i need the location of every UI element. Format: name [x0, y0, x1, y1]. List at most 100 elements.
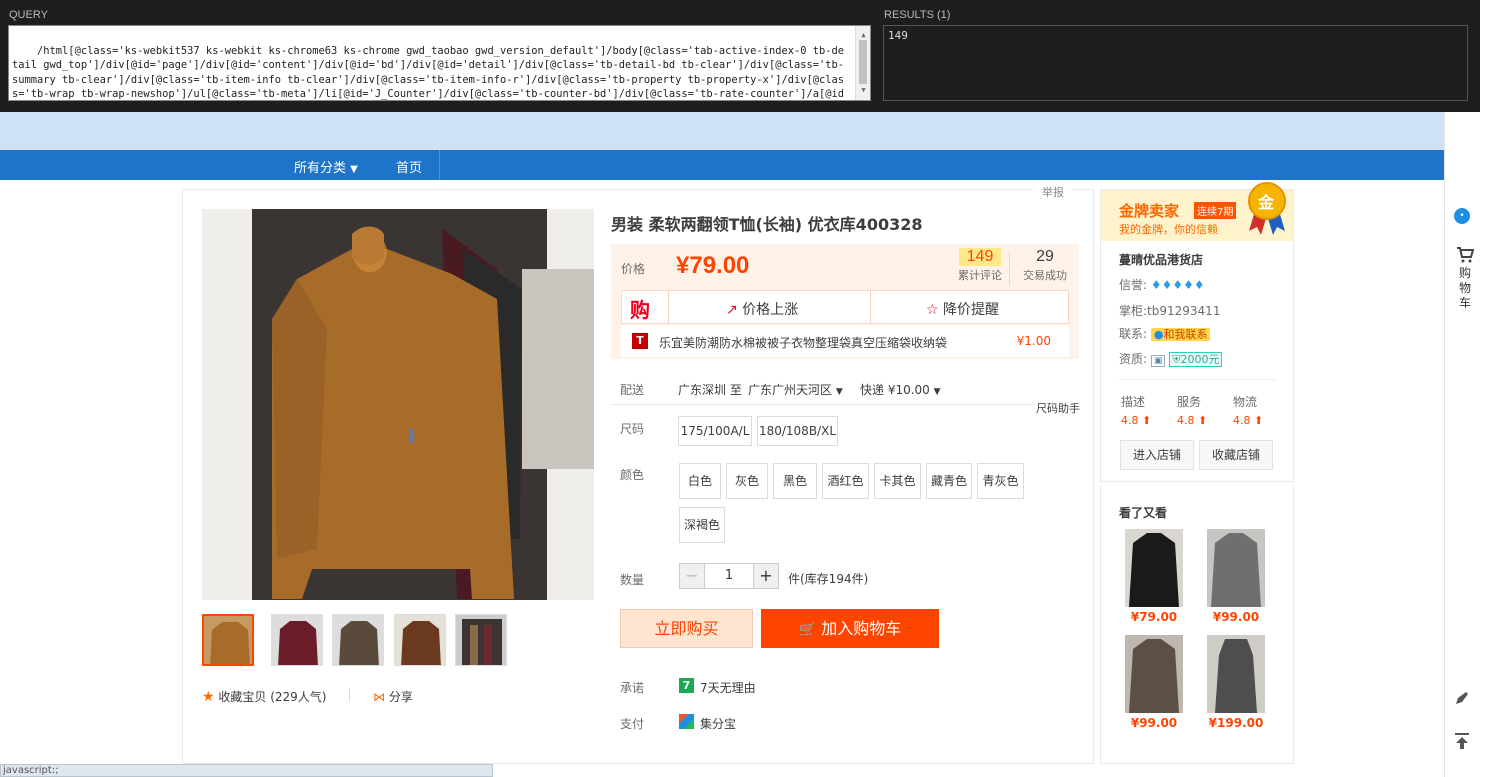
- arrow-up-icon: ⬆: [1254, 414, 1264, 427]
- main-nav: 所有分类 ▼ 首页: [0, 150, 1444, 180]
- gold-subtitle: 我的金牌，你的信赖: [1119, 223, 1218, 236]
- color-option[interactable]: 青灰色: [977, 463, 1024, 499]
- product-title: 男装 柔软两翻领T恤(长袖) 优衣库400328: [611, 215, 923, 234]
- color-option[interactable]: 深褐色: [679, 507, 725, 543]
- cart-label: 购物车: [1458, 266, 1471, 310]
- price-alert-bar: 购 ↗ 价格上涨 ☆ 降价提醒: [621, 290, 1069, 324]
- related-item-price[interactable]: ¥199.00: [1207, 716, 1265, 730]
- color-label: 颜色: [620, 468, 645, 482]
- related-item-image[interactable]: [1207, 635, 1265, 713]
- price-trend-link[interactable]: ↗ 价格上涨: [726, 299, 798, 319]
- price-alert-link[interactable]: ☆ 降价提醒: [926, 299, 999, 319]
- qualification-label: 资质:: [1119, 352, 1148, 366]
- promo-price: ¥1.00: [1016, 334, 1051, 348]
- review-count: 149: [958, 248, 1002, 266]
- contact-button[interactable]: ●和我联系: [1150, 328, 1211, 341]
- logistics-rating: 物流 4.8 ⬆: [1233, 395, 1264, 427]
- arrow-up-icon: ⬆: [1198, 414, 1208, 427]
- notification-icon[interactable]: •: [1454, 208, 1470, 224]
- related-item-image[interactable]: [1125, 635, 1183, 713]
- thumbnail[interactable]: [332, 614, 384, 666]
- sales-label: 交易成功: [1023, 269, 1067, 282]
- edit-icon[interactable]: [1454, 690, 1472, 708]
- related-item-price[interactable]: ¥99.00: [1125, 716, 1183, 730]
- service-rating: 服务 4.8 ⬆: [1177, 395, 1208, 427]
- jifenbao-icon: [679, 714, 694, 729]
- color-option[interactable]: 酒红色: [822, 463, 869, 499]
- query-textarea[interactable]: /html[@class='ks-webkit537 ks-webkit ks-…: [8, 25, 871, 101]
- qty-decrease-button[interactable]: −: [679, 563, 705, 589]
- enter-shop-button[interactable]: 进入店铺: [1120, 440, 1194, 470]
- promise-label: 承诺: [620, 681, 645, 695]
- color-option[interactable]: 白色: [679, 463, 721, 499]
- quantity-label: 数量: [620, 573, 645, 587]
- sales-counter: 29 交易成功: [1012, 248, 1078, 283]
- favorite-shop-button[interactable]: 收藏店铺: [1199, 440, 1273, 470]
- caret-down-icon: ▼: [933, 387, 941, 397]
- stock-text: 件(库存194件): [788, 572, 869, 586]
- product-main-image[interactable]: [202, 209, 594, 600]
- keeper-name[interactable]: tb91293411: [1147, 304, 1220, 318]
- promo-row[interactable]: T 乐宜美防潮防水棉被被子衣物整理袋真空压缩袋收纳袋 ¥1.00: [621, 325, 1069, 357]
- id-card-icon: ▣: [1150, 355, 1166, 367]
- qty-input[interactable]: 1: [705, 563, 753, 589]
- contact-label: 联系:: [1119, 327, 1148, 341]
- tmall-icon: T: [632, 333, 648, 349]
- trend-up-icon: ↗: [726, 302, 738, 318]
- promise-text[interactable]: 7天无理由: [700, 679, 756, 696]
- review-counter[interactable]: 149 累计评论: [947, 248, 1013, 283]
- size-option[interactable]: 180/108B/XL: [757, 416, 838, 446]
- diamond-icons: ♦♦♦♦♦: [1150, 278, 1205, 292]
- add-to-cart-button[interactable]: 🛒 加入购物车: [761, 609, 939, 648]
- report-link[interactable]: 举报: [1034, 184, 1072, 200]
- related-title: 看了又看: [1119, 506, 1168, 520]
- cart-icon: 🛒: [798, 622, 817, 638]
- xpath-helper-panel: QUERY RESULTS (1) /html[@class='ks-webki…: [0, 0, 1480, 112]
- caret-down-icon: ▼: [835, 387, 843, 397]
- delivery-destination-select[interactable]: 广东广州天河区 ▼: [748, 381, 843, 398]
- query-scrollbar[interactable]: ▲ ▼: [855, 26, 870, 100]
- pay-label: 支付: [620, 717, 645, 731]
- back-to-top-icon[interactable]: [1454, 732, 1472, 750]
- shipping-select[interactable]: 快递 ¥10.00 ▼: [860, 381, 941, 398]
- related-item-image[interactable]: [1207, 529, 1265, 607]
- nav-all-categories[interactable]: 所有分类 ▼: [294, 157, 358, 176]
- deposit-badge: ⛨2000元: [1169, 352, 1223, 367]
- shop-name[interactable]: 蔓晴优品港货店: [1119, 251, 1203, 268]
- color-option[interactable]: 灰色: [726, 463, 768, 499]
- keeper-label: 掌柜:: [1119, 304, 1148, 318]
- sales-count: 29: [1036, 248, 1054, 265]
- price-box: 价格 ¥79.00 149 累计评论 29 交易成功 购 ↗ 价格上涨 ☆ 降价…: [611, 244, 1079, 359]
- buy-now-button[interactable]: 立即购买: [620, 609, 753, 648]
- pay-text[interactable]: 集分宝: [700, 715, 736, 732]
- right-toolbar: • 购物车: [1444, 112, 1486, 777]
- share-item[interactable]: ⋈ 分享: [373, 688, 413, 705]
- related-item-image[interactable]: [1125, 529, 1183, 607]
- seven-day-icon: 7: [679, 678, 694, 693]
- size-helper-link[interactable]: 尺码助手: [1033, 400, 1080, 416]
- star-icon: ★: [202, 689, 215, 705]
- thumbnail[interactable]: [271, 614, 323, 666]
- results-textarea[interactable]: 149: [883, 25, 1468, 101]
- qty-increase-button[interactable]: +: [753, 563, 779, 589]
- thumbnail[interactable]: [202, 614, 254, 666]
- color-option[interactable]: 黑色: [773, 463, 817, 499]
- price-label: 价格: [621, 262, 646, 276]
- related-item-price[interactable]: ¥79.00: [1125, 610, 1183, 624]
- arrow-up-icon: ⬆: [1142, 414, 1152, 427]
- color-option[interactable]: 卡其色: [874, 463, 921, 499]
- nav-home[interactable]: 首页: [396, 157, 422, 176]
- header-band: [0, 112, 1444, 150]
- favorite-item[interactable]: ★ 收藏宝贝 (229人气): [202, 688, 326, 705]
- scroll-down-icon[interactable]: ▼: [859, 83, 868, 98]
- query-text: /html[@class='ks-webkit537 ks-webkit ks-…: [12, 44, 845, 101]
- size-label: 尺码: [620, 422, 645, 436]
- color-option[interactable]: 藏青色: [926, 463, 972, 499]
- related-item-price[interactable]: ¥99.00: [1207, 610, 1265, 624]
- desc-rating: 描述 4.8 ⬆: [1121, 395, 1152, 427]
- cart-sidebar[interactable]: 购物车: [1454, 247, 1476, 311]
- related-items: 看了又看 ¥79.00 ¥99.00 ¥99.00 ¥199.00: [1100, 485, 1294, 764]
- size-option[interactable]: 175/100A/L: [678, 416, 752, 446]
- thumbnail[interactable]: [455, 614, 507, 666]
- thumbnail[interactable]: [394, 614, 446, 666]
